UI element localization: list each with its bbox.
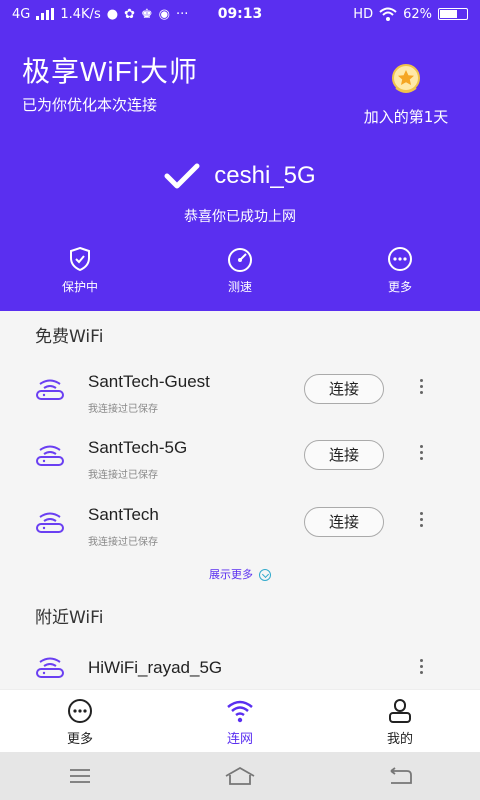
more-circle-icon (388, 247, 412, 271)
wifi-note: 我连接过已保存 (88, 404, 158, 415)
quick-actions: 保护中 测速 更多 (0, 246, 480, 295)
connect-button[interactable]: 连接 (304, 440, 384, 470)
show-more-link[interactable]: 展示更多 (0, 566, 480, 582)
signal-icon (36, 8, 55, 20)
more-circle-icon (68, 699, 92, 723)
badge-text: 加入的第1天 (363, 108, 449, 126)
tab-label: 连网 (226, 732, 253, 747)
chat-icon: ◉ (158, 6, 170, 22)
status-left: 4G 1.4K/s ● ✿ ♚ ◉ ··· (12, 7, 188, 22)
network-type: 4G (12, 6, 31, 22)
router-icon (36, 657, 64, 678)
wifi-row[interactable]: SantTech 我连接过已保存 连接 (0, 497, 480, 557)
app-subtitle: 已为你优化本次连接 (22, 96, 158, 114)
battery-percent: 62% (403, 6, 432, 22)
wifi-row[interactable]: HiWiFi_rayad_5G (0, 650, 480, 689)
star-medal-icon (392, 64, 420, 93)
overflow-menu-icon[interactable] (414, 656, 428, 682)
connected-network: ceshi_5G (0, 162, 480, 190)
wifi-name: SantTech-5G (88, 438, 188, 457)
hero-header: 极享WiFi大师 已为你优化本次连接 加入的第1天 ceshi_5G 恭喜你已成… (0, 28, 480, 311)
overflow-menu-icon[interactable] (414, 509, 428, 535)
tab-more[interactable]: 更多 (0, 690, 160, 752)
action-label: 保护中 (61, 280, 98, 294)
connect-button[interactable]: 连接 (304, 507, 384, 537)
overflow-icon: ··· (175, 6, 189, 22)
action-speedtest[interactable]: 测速 (160, 246, 320, 295)
overflow-menu-icon[interactable] (414, 442, 428, 468)
wechat-icon: ● (106, 6, 119, 22)
action-more[interactable]: 更多 (320, 246, 480, 295)
nearby-wifi-title: 附近WiFi (35, 608, 104, 628)
menu-icon[interactable] (60, 762, 100, 790)
wifi-name: SantTech (88, 505, 159, 524)
action-label: 测速 (227, 280, 252, 294)
wifi-icon (227, 700, 253, 723)
free-wifi-title: 免费WiFi (35, 327, 104, 347)
chevron-down-icon (259, 569, 271, 581)
checkmark-icon (164, 163, 200, 189)
system-nav-bar (0, 752, 480, 800)
wifi-note: 我连接过已保存 (88, 537, 158, 548)
wifi-name: SantTech-Guest (88, 372, 210, 391)
tab-label: 更多 (66, 732, 93, 747)
tab-connect[interactable]: 连网 (160, 690, 320, 752)
status-bar: 4G 1.4K/s ● ✿ ♚ ◉ ··· 09:13 HD 62% (0, 0, 480, 28)
action-protection[interactable]: 保护中 (0, 246, 160, 295)
app-title: 极享WiFi大师 (22, 56, 198, 87)
connected-ssid: ceshi_5G (214, 162, 316, 189)
status-right: HD 62% (353, 7, 468, 22)
membership-badge[interactable]: 加入的第1天 (354, 62, 458, 127)
wifi-name: HiWiFi_rayad_5G (88, 658, 223, 677)
router-icon (36, 445, 64, 466)
user-icon (389, 699, 411, 723)
tab-label: 我的 (386, 732, 413, 747)
wifi-status-icon (379, 7, 397, 21)
shield-check-icon (70, 246, 90, 272)
back-icon[interactable] (380, 762, 420, 790)
speedometer-icon (228, 248, 252, 272)
hd-icon: HD (353, 6, 374, 22)
home-icon[interactable] (220, 762, 260, 790)
action-label: 更多 (387, 280, 412, 294)
wifi-note: 我连接过已保存 (88, 470, 158, 481)
app-notify-icon: ✿ (124, 6, 135, 22)
wifi-row[interactable]: SantTech-Guest 我连接过已保存 连接 (0, 364, 480, 424)
router-icon (36, 512, 64, 533)
tab-mine[interactable]: 我的 (320, 690, 480, 752)
connect-button[interactable]: 连接 (304, 374, 384, 404)
bottom-tab-bar: 更多 连网 我的 (0, 689, 480, 752)
router-icon (36, 379, 64, 400)
crown-icon: ♚ (140, 6, 153, 22)
connection-message: 恭喜你已成功上网 (184, 209, 296, 225)
battery-icon (438, 8, 468, 20)
overflow-menu-icon[interactable] (414, 376, 428, 402)
show-more-label: 展示更多 (209, 568, 253, 581)
wifi-row[interactable]: SantTech-5G 我连接过已保存 连接 (0, 430, 480, 490)
network-speed: 1.4K/s (60, 6, 101, 22)
